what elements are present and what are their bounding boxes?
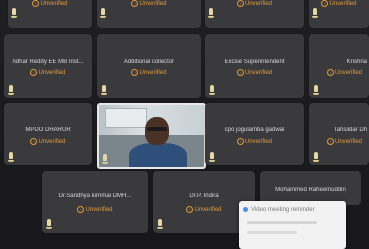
active-video-tile[interactable] xyxy=(97,103,206,169)
status-label: ! Unverified xyxy=(97,0,201,7)
mic-icon[interactable] xyxy=(209,152,215,162)
warning-icon: ! xyxy=(77,206,85,213)
mic-icon[interactable] xyxy=(208,8,214,18)
participant-head xyxy=(145,117,169,145)
participant-tile[interactable]: Dr.Sandhya kirnmai DMH... ! Unverified xyxy=(42,171,148,233)
mic-icon[interactable] xyxy=(209,85,215,95)
warning-icon: ! xyxy=(321,0,329,7)
participant-tile[interactable]: Tahsildar Dh ! Unverified xyxy=(309,103,369,165)
mic-icon[interactable] xyxy=(101,85,107,95)
participant-tile[interactable]: Krishna ! Unverified xyxy=(309,34,369,98)
notification-body xyxy=(247,221,317,224)
participant-tile[interactable]: ! Unverified xyxy=(309,0,369,28)
mic-icon[interactable] xyxy=(11,8,17,18)
warning-icon: ! xyxy=(186,206,194,213)
participant-name: Krishna xyxy=(346,59,367,65)
status-label: ! Unverified xyxy=(205,0,304,7)
warning-icon: ! xyxy=(30,138,38,145)
notification-body-secondary xyxy=(247,231,297,234)
warning-icon: ! xyxy=(32,0,40,7)
mic-icon[interactable] xyxy=(8,85,14,95)
warning-icon: ! xyxy=(30,69,38,76)
participant-tile[interactable]: MPDO DHARUR ! Unverified xyxy=(4,103,92,165)
status-label: ! Unverified xyxy=(205,138,304,145)
status-label: ! Unverified xyxy=(97,69,201,76)
participant-tile[interactable]: Mohammed Raheemuddin xyxy=(260,171,361,205)
wall-board xyxy=(105,108,147,128)
participant-tile[interactable]: ! Unverified xyxy=(97,0,201,28)
warning-icon: ! xyxy=(131,0,139,7)
mic-icon[interactable] xyxy=(100,8,106,18)
participant-tile[interactable]: Additional collector ! Unverified xyxy=(97,34,201,98)
mic-icon[interactable] xyxy=(313,85,319,95)
mic-icon[interactable] xyxy=(312,8,318,18)
status-label: ! Unverified xyxy=(327,138,369,145)
mic-icon[interactable] xyxy=(313,152,319,162)
status-label: ! Unverified xyxy=(8,0,92,7)
participant-tile[interactable]: cpo jogulamba gadwal ! Unverified xyxy=(205,103,304,165)
video-meeting-grid: ! Unverified ! Unverified ! Unverified ! Unv… xyxy=(0,0,369,249)
notification-popup[interactable]: Video meeting reminder xyxy=(239,201,346,249)
status-label: ! Unverified xyxy=(205,69,304,76)
mic-icon[interactable] xyxy=(46,219,52,229)
participant-name: MPDO DHARUR xyxy=(25,127,71,133)
status-label: ! Unverified xyxy=(4,69,92,76)
participant-glasses xyxy=(147,127,167,131)
warning-icon: ! xyxy=(236,69,244,76)
warning-icon: ! xyxy=(327,69,334,76)
notification-icon xyxy=(243,207,248,212)
status-label: ! Unverified xyxy=(309,0,369,7)
mic-icon[interactable] xyxy=(8,152,14,162)
participant-tile[interactable]: ! Unverified xyxy=(8,0,92,28)
participant-body xyxy=(129,143,187,167)
participant-name: Additional collector xyxy=(123,59,175,65)
warning-icon: ! xyxy=(236,138,244,145)
participant-name: ndhar Reddy EE MB Inst... xyxy=(12,59,84,65)
notification-title: Video meeting reminder xyxy=(251,207,315,213)
warning-icon: ! xyxy=(236,0,244,7)
participant-name: Dr.Sandhya kirnmai DMH... xyxy=(58,193,132,199)
status-label: ! Unverified xyxy=(42,206,148,213)
warning-icon: ! xyxy=(327,138,334,145)
participant-tile[interactable]: Excise Superintendent ! Unverified xyxy=(205,34,304,98)
status-label: ! Unverified xyxy=(4,138,92,145)
warning-icon: ! xyxy=(131,69,139,76)
mic-icon[interactable] xyxy=(102,154,108,164)
participant-tile[interactable]: ! Unverified xyxy=(205,0,304,28)
participant-tile[interactable]: ndhar Reddy EE MB Inst... ! Unverified xyxy=(4,34,92,98)
participant-name: Mohammed Raheemuddin xyxy=(275,187,346,193)
participant-name: Dr.P. Indira xyxy=(189,193,219,199)
mic-icon[interactable] xyxy=(157,219,163,229)
participant-name: Tahsildar Dh xyxy=(333,127,367,133)
participant-name: cpo jogulamba gadwal xyxy=(224,127,285,133)
participant-name: Excise Superintendent xyxy=(224,59,285,65)
status-label: ! Unverified xyxy=(327,69,369,76)
